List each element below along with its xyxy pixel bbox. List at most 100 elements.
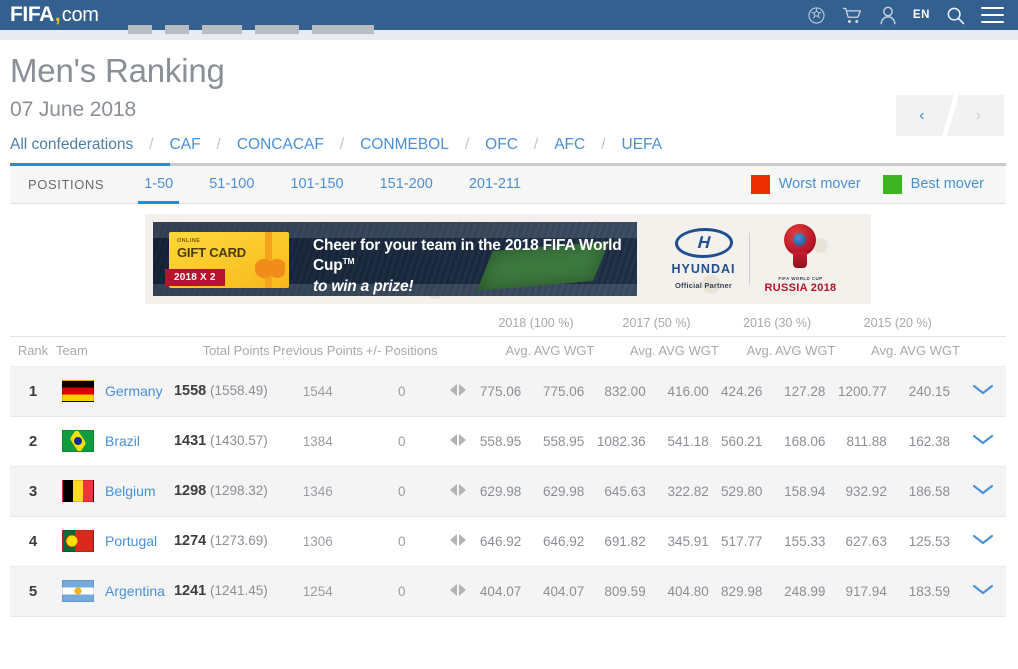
cell-wgt-2016: 158.94 [772,466,836,517]
search-icon[interactable] [946,6,965,25]
confederation-link-concacaf[interactable]: CONCACAF [237,136,324,154]
header-rank: Rank [10,335,56,367]
total-points-value: 1298 [173,483,207,500]
no-change-arrows-icon [449,433,466,446]
ad-headline-line2: to win a prize! [313,278,414,295]
positions-tab-151-200[interactable]: 151-200 [362,166,451,203]
previous-ranking-button[interactable]: ‹ [896,95,948,136]
team-link[interactable]: Belgium [105,483,156,499]
positions-tab-51-100[interactable]: 51-100 [191,166,272,203]
cell-expand[interactable] [960,366,1006,417]
cell-expand[interactable] [960,516,1006,567]
emblem-top-text: FIFA WORLD CUP [778,275,823,281]
cell-avg-2015: 811.88 [835,416,897,467]
ranking-row[interactable]: 4 Portugal 1274 (1273.69) 1306 0 646.92 646.92… [10,516,1006,567]
cell-move-indicator [437,516,478,567]
team-link[interactable]: Argentina [105,583,165,599]
header-2015-wgt: AVG WGT [896,335,960,367]
no-change-arrows-icon [449,483,466,496]
cell-avg-2017: 691.82 [594,516,656,567]
ranking-row[interactable]: 5 Argentina 1241 (1241.45) 1254 0 404.07 404.0… [10,566,1006,617]
confederation-link-uefa[interactable]: UEFA [622,136,662,154]
team-link[interactable]: Brazil [105,433,140,449]
confederation-link-ofc[interactable]: OFC [485,136,518,154]
cell-avg-2016: 517.77 [718,516,773,567]
hyundai-emblem-icon [673,227,734,258]
cell-total-points: 1298 (1298.32) [169,466,270,517]
positions-tab-201-211[interactable]: 201-211 [451,166,539,203]
positions-tab-101-150[interactable]: 101-150 [272,166,361,203]
burger-line [981,6,1004,10]
cell-position-change: 0 [365,366,438,417]
football-icon[interactable] [807,6,826,25]
confederation-link-afc[interactable]: AFC [554,136,585,154]
confederation-link-all-confederations[interactable]: All confederations [10,136,133,154]
hyundai-logo: HYUNDAI Official Partner [671,227,736,290]
ranking-row[interactable]: 2 Brazil 1431 (1430.57) 1384 0 558.95 558.95 10… [10,416,1006,467]
cell-wgt-2018: 404.07 [531,566,595,617]
cell-avg-2017: 832.00 [594,366,656,417]
cell-previous-points: 1346 [269,466,366,517]
cell-position-change: 0 [365,516,438,567]
chevron-down-icon[interactable] [972,584,994,599]
group-header-spacer [438,316,478,337]
hyundai-wordmark: HYUNDAI [671,261,736,276]
chevron-down-icon[interactable] [972,534,994,549]
cell-avg-2018: 558.95 [477,416,532,467]
cell-avg-2016: 424.26 [718,366,773,417]
cell-avg-2016: 829.98 [718,566,773,617]
chevron-down-icon[interactable] [972,484,994,499]
cell-expand[interactable] [960,416,1006,467]
cell-move-indicator [437,416,478,467]
gift-card-title: GIFT CARD [177,244,246,260]
team-link[interactable]: Germany [105,383,163,399]
cell-previous-points: 1544 [269,366,366,417]
cell-rank: 4 [10,516,56,567]
no-change-arrows-icon [449,533,466,546]
confederation-link-caf[interactable]: CAF [170,136,201,154]
language-selector[interactable]: EN [913,9,930,21]
legend-best-mover[interactable]: Best mover [882,174,984,194]
positions-tab-1-50[interactable]: 1-50 [126,166,191,204]
trophy-icon [780,223,820,274]
group-header-spacer [366,316,438,337]
legend-worst-mover[interactable]: Worst mover [750,174,861,194]
cell-expand[interactable] [960,466,1006,517]
user-icon[interactable] [879,6,897,25]
ranking-table-container: 2018 (100 %) 2017 (50 %) 2016 (30 %) 2015 (… [10,316,1006,617]
header-previous-points: Previous Points [269,335,366,367]
cell-wgt-2015: 162.38 [896,416,960,467]
flag-portugal-icon [62,530,94,553]
cell-rank: 5 [10,566,56,617]
logo-comma-mark: , [54,3,61,26]
ranking-row[interactable]: 3 Belgium 1298 (1298.32) 1346 0 629.98 629.98 6… [10,466,1006,517]
fifa-logo[interactable]: FIFA , com [10,3,99,27]
cell-rank: 1 [10,366,56,417]
next-ranking-button[interactable]: › [953,95,1005,136]
cart-icon[interactable] [842,6,863,25]
ad-image-panel: ONLINE GIFT CARD 2018 X 2 Cheer for your… [153,221,637,296]
confederation-link-conmebol[interactable]: CONMEBOL [360,136,449,154]
ranking-row[interactable]: 1 Germany 1558 (1558.49) 1544 0 775.06 775.06 8… [10,366,1006,417]
cell-avg-2017: 809.59 [594,566,656,617]
world-cup-emblem: FIFA WORLD CUP RUSSIA 2018 [764,223,837,294]
confederation-separator: / [149,135,154,153]
chevron-down-icon[interactable] [972,384,994,399]
chevron-down-icon[interactable] [972,434,994,449]
cell-expand[interactable] [960,566,1006,617]
no-change-arrows-icon [449,383,466,396]
cell-avg-2017: 645.63 [594,466,656,517]
ranking-table: 2018 (100 %) 2017 (50 %) 2016 (30 %) 2015 (… [10,316,1006,617]
cell-avg-2015: 917.94 [835,566,897,617]
advertisement-banner[interactable]: ONLINE GIFT CARD 2018 X 2 Cheer for your… [145,213,871,304]
cell-wgt-2018: 775.06 [531,366,595,417]
gift-card-graphic: ONLINE GIFT CARD 2018 X 2 [165,231,289,288]
total-points-exact: (1430.57) [206,433,268,449]
hamburger-menu-icon[interactable] [981,6,1004,24]
advertisement-area: ONLINE GIFT CARD 2018 X 2 Cheer for your… [0,204,1018,304]
legend-color-chip [750,174,770,194]
team-link[interactable]: Portugal [105,533,157,549]
emblem-title-text: RUSSIA 2018 [764,281,837,294]
cell-team: Portugal [56,516,170,567]
cell-position-change: 0 [365,466,438,517]
